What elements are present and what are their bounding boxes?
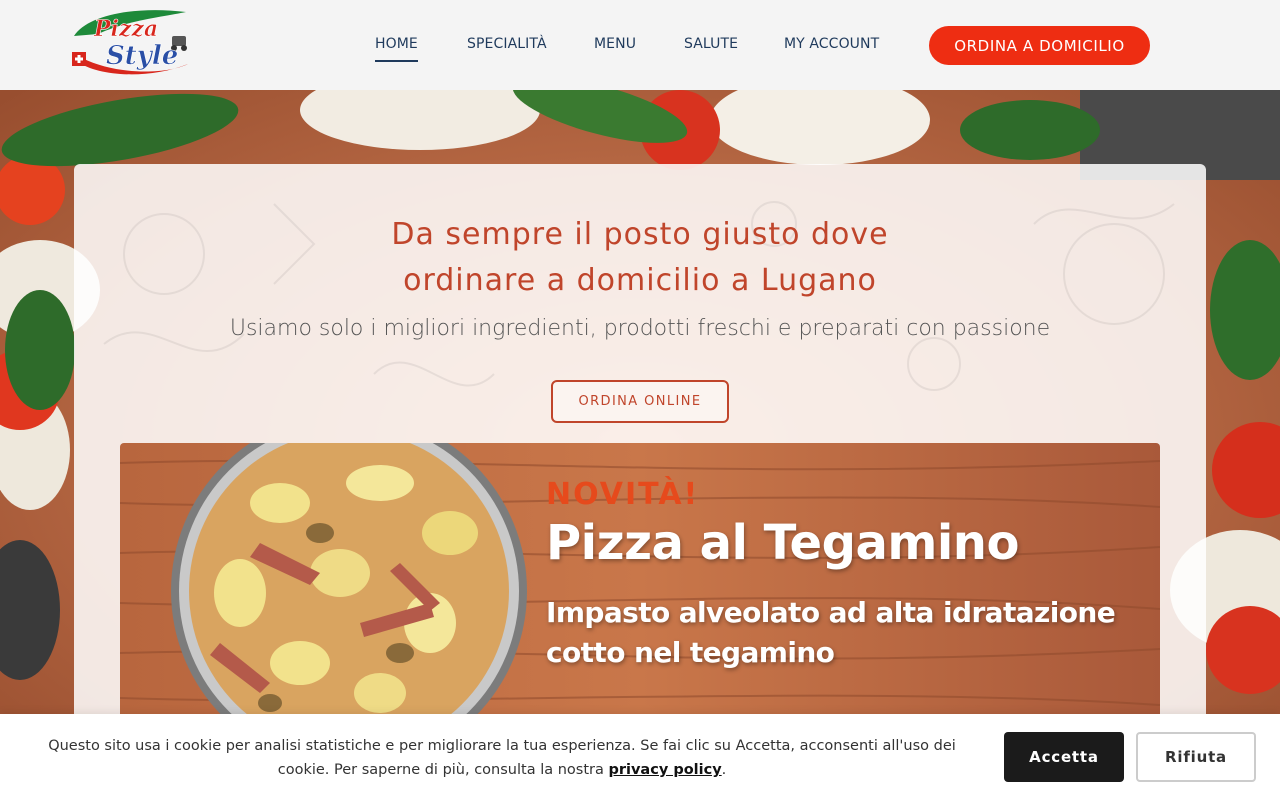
- nav-item-specialita[interactable]: SPECIALITÀ: [467, 36, 547, 52]
- hero-panel: Da sempre il posto giusto dove ordinare …: [74, 164, 1206, 724]
- nav-item-salute[interactable]: SALUTE: [684, 36, 738, 52]
- privacy-policy-link[interactable]: privacy policy: [608, 762, 721, 778]
- hero-headline-line1: Da sempre il posto giusto dove: [391, 217, 889, 252]
- order-delivery-button[interactable]: ORDINA A DOMICILIO: [929, 26, 1150, 65]
- accept-cookies-button[interactable]: Accetta: [1004, 732, 1124, 782]
- nav-item-my-account[interactable]: MY ACCOUNT: [784, 36, 879, 52]
- reject-cookies-button[interactable]: Rifiuta: [1136, 732, 1256, 782]
- cookie-banner: Questo sito usa i cookie per analisi sta…: [0, 714, 1280, 800]
- hero-headline-line2: ordinare a domicilio a Lugano: [403, 263, 877, 298]
- promo-kicker: NOVITÀ!: [546, 477, 700, 512]
- cookie-message-end: .: [721, 762, 727, 778]
- order-online-button[interactable]: ORDINA ONLINE: [551, 380, 729, 423]
- hero-subline: Usiamo solo i migliori ingredienti, prod…: [229, 316, 1051, 341]
- promo-subtitle-line1: Impasto alveolato ad alta idratazione: [546, 596, 1116, 629]
- site-header: Pizza Style HOME SPECIALITÀ MENU SALUTE …: [0, 0, 1280, 90]
- nav-item-menu[interactable]: MENU: [594, 36, 636, 52]
- nav-item-home[interactable]: HOME: [375, 36, 418, 62]
- promo-banner[interactable]: NOVITÀ! Pizza al Tegamino Impasto alveol…: [120, 443, 1160, 724]
- cookie-message: Questo sito usa i cookie per analisi sta…: [30, 734, 974, 782]
- promo-title: Pizza al Tegamino: [546, 515, 1019, 571]
- promo-subtitle: Impasto alveolato ad alta idratazione co…: [546, 593, 1146, 673]
- hero-headline: Da sempre il posto giusto dove ordinare …: [74, 212, 1206, 304]
- cookie-message-line2: cookie. Per saperne di più, consulta la …: [277, 762, 609, 778]
- cookie-message-line1: Questo sito usa i cookie per analisi sta…: [48, 738, 956, 754]
- promo-subtitle-line2: cotto nel tegamino: [546, 636, 835, 669]
